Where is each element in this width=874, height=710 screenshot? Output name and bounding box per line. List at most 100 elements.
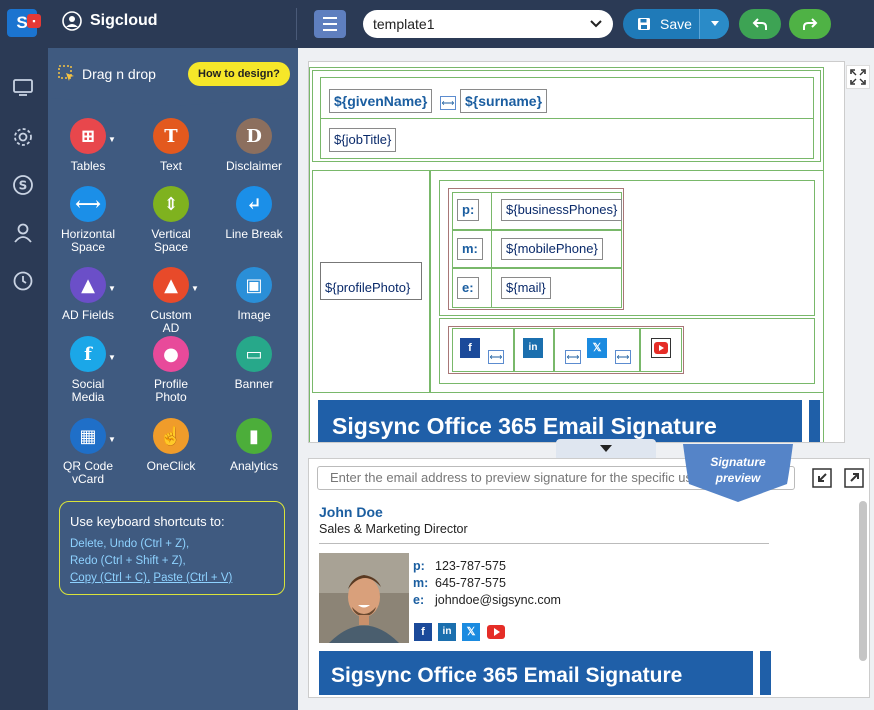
preview-mobile: 645-787-575 bbox=[435, 576, 506, 590]
drag-drop-icon bbox=[58, 65, 74, 81]
signature-preview-tab[interactable]: Signature preview bbox=[679, 444, 797, 502]
tool-profile-photo[interactable]: ● Profile Photo bbox=[131, 336, 211, 404]
signature-editor[interactable]: ${givenName} ⟷ ${surname} ${jobTitle} ${… bbox=[308, 61, 845, 443]
tool-tables[interactable]: ⊞ Tables ▼ bbox=[48, 118, 128, 173]
custom-ad-icon: ▲ bbox=[153, 267, 189, 303]
tool-dropdown-icon[interactable]: ▼ bbox=[108, 282, 116, 295]
given-name-field[interactable]: ${givenName} bbox=[329, 89, 433, 113]
app-name: Sigcloud bbox=[90, 12, 158, 29]
linkedin-icon[interactable]: in bbox=[523, 338, 543, 358]
preview-mobile-label: m: bbox=[413, 576, 429, 590]
preview-facebook-icon[interactable]: f bbox=[414, 623, 432, 641]
tool-dropdown-icon[interactable]: ▼ bbox=[108, 351, 116, 364]
preview-linkedin-icon[interactable]: in bbox=[438, 623, 456, 641]
preview-email: johndoe@sigsync.com bbox=[435, 593, 561, 607]
tool-horizontal-space[interactable]: ⟷ Horizontal Space bbox=[48, 186, 128, 254]
tool-vertical-space[interactable]: ⇕ Vertical Space bbox=[131, 186, 211, 254]
preview-phone: 123-787-575 bbox=[435, 559, 506, 573]
mobile-phone-field[interactable]: ${mobilePhone} bbox=[501, 238, 603, 260]
business-phones-field[interactable]: ${businessPhones} bbox=[501, 199, 623, 221]
tool-label: Social Media bbox=[71, 377, 105, 404]
x-twitter-icon[interactable]: 𝕏 bbox=[587, 338, 607, 358]
gear-icon[interactable] bbox=[12, 126, 34, 148]
history-icon[interactable] bbox=[12, 270, 34, 292]
redo-icon bbox=[803, 18, 818, 30]
surname-field[interactable]: ${surname} bbox=[460, 89, 548, 113]
fullscreen-button[interactable] bbox=[846, 65, 870, 89]
paste-shortcut-link[interactable]: Paste (Ctrl + V) bbox=[153, 572, 232, 584]
tool-label: Banner bbox=[234, 377, 274, 391]
mail-field[interactable]: ${mail} bbox=[501, 277, 551, 299]
template-value: template1 bbox=[373, 16, 435, 32]
tool-banner[interactable]: ▭ Banner bbox=[214, 336, 294, 391]
tool-ad-fields[interactable]: ▲ AD Fields ▼ bbox=[48, 267, 128, 322]
email-label[interactable]: e: bbox=[457, 277, 479, 299]
collapse-preview-button[interactable] bbox=[556, 439, 656, 459]
shortcuts-title: Use keyboard shortcuts to: bbox=[70, 514, 225, 529]
horizontal-space-icon[interactable]: ⟷ bbox=[615, 350, 631, 364]
open-external-icon[interactable] bbox=[844, 468, 864, 488]
tool-label: Analytics bbox=[229, 459, 279, 473]
account-circle-icon bbox=[62, 11, 82, 31]
save-dropdown-button[interactable] bbox=[699, 9, 729, 39]
collapse-arrow-icon[interactable] bbox=[812, 468, 832, 488]
preview-tab-label-2: preview bbox=[715, 471, 761, 485]
profile-photo bbox=[319, 553, 409, 643]
horizontal-space-icon[interactable]: ⟷ bbox=[565, 350, 581, 364]
tool-label: Vertical Space bbox=[151, 227, 191, 254]
tool-social-media[interactable]: f Social Media ▼ bbox=[48, 336, 128, 404]
tool-label: Image bbox=[237, 308, 271, 322]
tool-label: Tables bbox=[70, 159, 106, 173]
save-button[interactable]: Save bbox=[623, 9, 729, 39]
preview-scrollbar[interactable] bbox=[859, 501, 867, 661]
mobile-label[interactable]: m: bbox=[457, 238, 483, 260]
how-to-design-button[interactable]: How to design? bbox=[188, 62, 290, 86]
tool-label: Disclaimer bbox=[225, 159, 282, 173]
tool-qr-code-vcard[interactable]: ▦ QR Code vCard ▼ bbox=[48, 418, 128, 486]
horizontal-space-icon[interactable]: ⟷ bbox=[488, 350, 504, 364]
preview-phone-label: p: bbox=[413, 559, 425, 573]
tool-text[interactable]: T Text bbox=[131, 118, 211, 173]
dollar-circle-icon[interactable]: S bbox=[12, 174, 34, 196]
tool-line-break[interactable]: ↵ Line Break bbox=[214, 186, 294, 241]
tool-disclaimer[interactable]: D Disclaimer bbox=[214, 118, 294, 173]
youtube-icon[interactable] bbox=[651, 338, 671, 358]
separator bbox=[319, 543, 769, 544]
horizontal-space-icon[interactable]: ⟷ bbox=[440, 96, 456, 110]
tool-label: Text bbox=[159, 159, 182, 173]
profile-photo-icon: ● bbox=[153, 336, 189, 372]
profile-photo-placeholder[interactable]: ${profilePhoto} bbox=[320, 262, 422, 300]
social-media-icon: f bbox=[70, 336, 106, 372]
preview-contact: p: 123-787-575 m: 645-787-575 e: johndoe@si… bbox=[413, 558, 561, 609]
tool-dropdown-icon[interactable]: ▼ bbox=[108, 133, 116, 146]
tool-analytics[interactable]: ▮ Analytics bbox=[214, 418, 294, 473]
tool-dropdown-icon[interactable]: ▼ bbox=[108, 433, 116, 446]
sigsync-logo[interactable]: S ▪ bbox=[7, 9, 41, 37]
tool-label: Custom AD bbox=[150, 308, 192, 335]
tool-oneclick[interactable]: ☝ OneClick bbox=[131, 418, 211, 473]
horizontal-space-icon: ⟷ bbox=[70, 186, 106, 222]
keyboard-shortcuts-box: Use keyboard shortcuts to: Delete, Undo … bbox=[59, 501, 285, 595]
preview-title: Sales & Marketing Director bbox=[319, 522, 468, 536]
user-icon[interactable] bbox=[12, 222, 34, 244]
editor-banner[interactable]: Sigsync Office 365 Email Signature Servi… bbox=[318, 400, 802, 442]
floppy-disk-icon bbox=[638, 18, 650, 30]
image-icon: ▣ bbox=[236, 267, 272, 303]
job-title-field[interactable]: ${jobTitle} bbox=[329, 128, 397, 152]
tool-dropdown-icon[interactable]: ▼ bbox=[191, 282, 199, 295]
preview-youtube-icon[interactable] bbox=[487, 623, 505, 641]
menu-button[interactable] bbox=[314, 10, 346, 38]
redo-button[interactable] bbox=[789, 9, 831, 39]
undo-button[interactable] bbox=[739, 9, 781, 39]
facebook-icon[interactable]: f bbox=[460, 338, 480, 358]
tool-label: Line Break bbox=[225, 227, 283, 241]
tool-image[interactable]: ▣ Image bbox=[214, 267, 294, 322]
phone-label[interactable]: p: bbox=[457, 199, 480, 221]
tool-custom-ad[interactable]: ▲ Custom AD ▼ bbox=[131, 267, 211, 335]
text-icon: T bbox=[153, 118, 189, 154]
copy-shortcut-link[interactable]: Copy (Ctrl + C), bbox=[70, 572, 150, 584]
monitor-icon[interactable] bbox=[12, 76, 34, 98]
drag-panel: Drag n drop How to design? ⊞ Tables ▼ T Text… bbox=[48, 48, 298, 710]
template-select[interactable]: template1 bbox=[363, 10, 613, 38]
preview-x-icon[interactable]: 𝕏 bbox=[462, 623, 480, 641]
